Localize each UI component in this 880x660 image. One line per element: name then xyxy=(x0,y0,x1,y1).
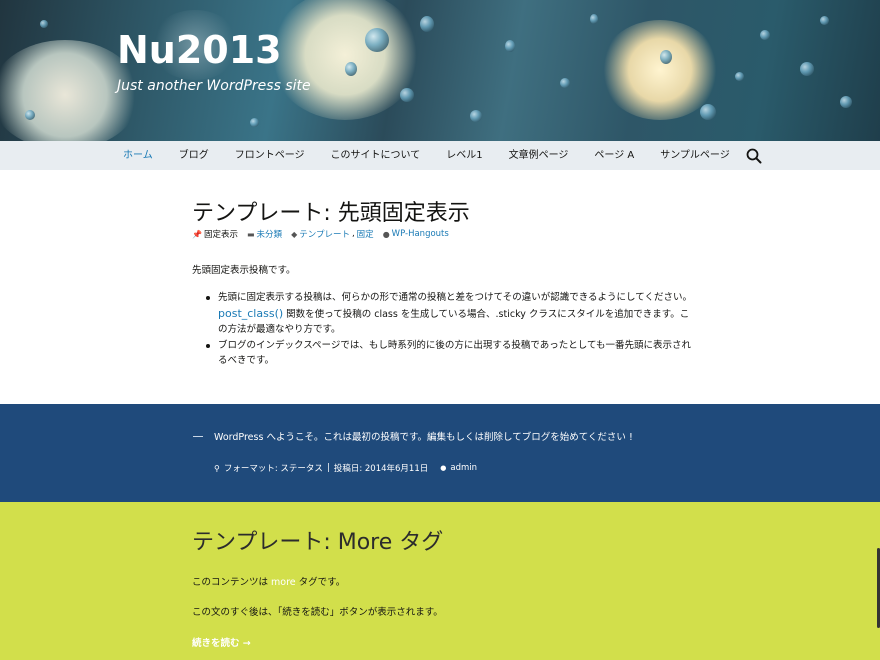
site-title[interactable]: Nu2013 xyxy=(117,28,282,72)
rain-drop xyxy=(840,96,852,108)
format-link[interactable]: フォーマット: ステータス xyxy=(224,462,323,474)
header-bokeh-light xyxy=(270,0,420,120)
nav-item-sample-page[interactable]: サンプルページ xyxy=(647,141,743,170)
nav-item-page-a[interactable]: ページ A xyxy=(581,141,647,170)
post-paragraph: この文のすぐ後は、「続きを読む」ボタンが表示されます。 xyxy=(192,607,443,618)
site-header: Nu2013 Just another WordPress site xyxy=(0,0,880,141)
nav-item-sample-text[interactable]: 文章例ページ xyxy=(496,141,582,170)
rain-drop xyxy=(735,72,744,81)
list-item: 先頭に固定表示する投稿は、何らかの形で通常の投稿と差をつけてその違いが認識できる… xyxy=(206,290,696,338)
bullet-text: 先頭に固定表示する投稿は、何らかの形で通常の投稿と差をつけてその違いが認識できる… xyxy=(218,292,692,303)
nav-menu: ホーム ブログ フロントページ このサイトについて レベル1 文章例ページ ペー… xyxy=(110,141,743,170)
nav-item-home[interactable]: ホーム xyxy=(110,141,166,170)
search-icon[interactable] xyxy=(745,147,763,165)
rain-drop xyxy=(760,30,770,40)
author-link[interactable]: WP-Hangouts xyxy=(392,229,449,239)
post-title[interactable]: テンプレート: 先頭固定表示 xyxy=(192,195,470,227)
rain-drop xyxy=(590,14,598,24)
rain-drop xyxy=(400,88,414,102)
rain-drop xyxy=(365,28,389,52)
rain-drop xyxy=(660,50,672,64)
author-meta: ● WP-Hangouts xyxy=(383,229,449,239)
folder-icon: ▬ xyxy=(246,229,255,239)
rain-drop xyxy=(820,16,829,25)
pin-icon: ⚲ xyxy=(214,463,220,473)
rain-drop xyxy=(250,118,259,127)
rain-drop xyxy=(700,104,716,120)
rain-drop xyxy=(470,110,482,122)
rain-drop xyxy=(40,20,48,28)
more-word: more xyxy=(271,577,296,588)
pin-icon: 📌 xyxy=(192,229,202,239)
sticky-label: 固定表示 xyxy=(203,230,238,240)
main-navigation: ホーム ブログ フロントページ このサイトについて レベル1 文章例ページ ペー… xyxy=(0,141,880,170)
nav-item-blog[interactable]: ブログ xyxy=(166,141,222,170)
read-more-link[interactable]: 続きを読む → xyxy=(192,635,251,649)
user-icon: ● xyxy=(440,464,447,472)
sticky-meta: 📌 固定表示 xyxy=(192,228,238,241)
post-title[interactable]: テンプレート: More タグ xyxy=(192,524,443,556)
status-dash xyxy=(193,436,203,437)
rain-drop xyxy=(420,16,434,32)
tag-icon: ◆ xyxy=(291,229,298,239)
tags-meta: ◆ テンプレート, 固定 xyxy=(291,228,374,240)
nav-item-front-page[interactable]: フロントページ xyxy=(222,141,318,170)
paragraph-text: タグです。 xyxy=(295,577,346,588)
nav-item-level1[interactable]: レベル1 xyxy=(433,141,495,170)
post-status: WordPress へようこそ。これは最初の投稿です。編集もしくは削除してブログ… xyxy=(0,404,880,502)
rain-drop xyxy=(505,40,515,52)
post-sticky: テンプレート: 先頭固定表示 📌 固定表示 ▬ 未分類 ◆ テンプレート, 固定… xyxy=(0,170,880,404)
post-bullet-list: 先頭に固定表示する投稿は、何らかの形で通常の投稿と差をつけてその違いが認識できる… xyxy=(206,290,696,369)
tags-separator: , xyxy=(351,229,355,239)
rain-drop xyxy=(345,62,357,76)
post-class-link[interactable]: post_class() xyxy=(218,307,283,320)
tag-link[interactable]: 固定 xyxy=(357,228,374,240)
category-meta: ▬ 未分類 xyxy=(246,228,283,241)
user-icon: ● xyxy=(382,229,390,239)
status-text: WordPress へようこそ。これは最初の投稿です。編集もしくは削除してブログ… xyxy=(214,432,633,443)
post-paragraph: このコンテンツは more タグです。 xyxy=(192,574,345,588)
paragraph-text: このコンテンツは xyxy=(192,577,272,588)
post-meta: 📌 固定表示 ▬ 未分類 ◆ テンプレート, 固定 ● WP-Hangouts xyxy=(192,228,449,240)
bullet-text: 関数を使って投稿の class を生成している場合、.sticky クラスにスタ… xyxy=(218,308,690,336)
category-link[interactable]: 未分類 xyxy=(257,228,283,240)
post-lead: 先頭固定表示投稿です。 xyxy=(192,265,296,276)
post-more: テンプレート: More タグ このコンテンツは more タグです。 この文の… xyxy=(0,502,880,660)
rain-drop xyxy=(560,78,570,88)
rain-drop xyxy=(25,110,35,120)
nav-item-about[interactable]: このサイトについて xyxy=(318,141,434,170)
tag-link[interactable]: テンプレート xyxy=(299,228,350,240)
meta-separator: | xyxy=(326,463,330,473)
date-link[interactable]: 投稿日: 2014年6月11日 xyxy=(334,462,428,474)
status-meta: ⚲ フォーマット: ステータス | 投稿日: 2014年6月11日 ● admi… xyxy=(214,462,477,474)
site-description: Just another WordPress site xyxy=(117,78,311,94)
list-item: ブログのインデックスページでは、もし時系列的に後の方に出現する投稿であったとして… xyxy=(206,338,696,369)
author-link[interactable]: admin xyxy=(450,463,477,473)
rain-drop xyxy=(800,62,814,76)
